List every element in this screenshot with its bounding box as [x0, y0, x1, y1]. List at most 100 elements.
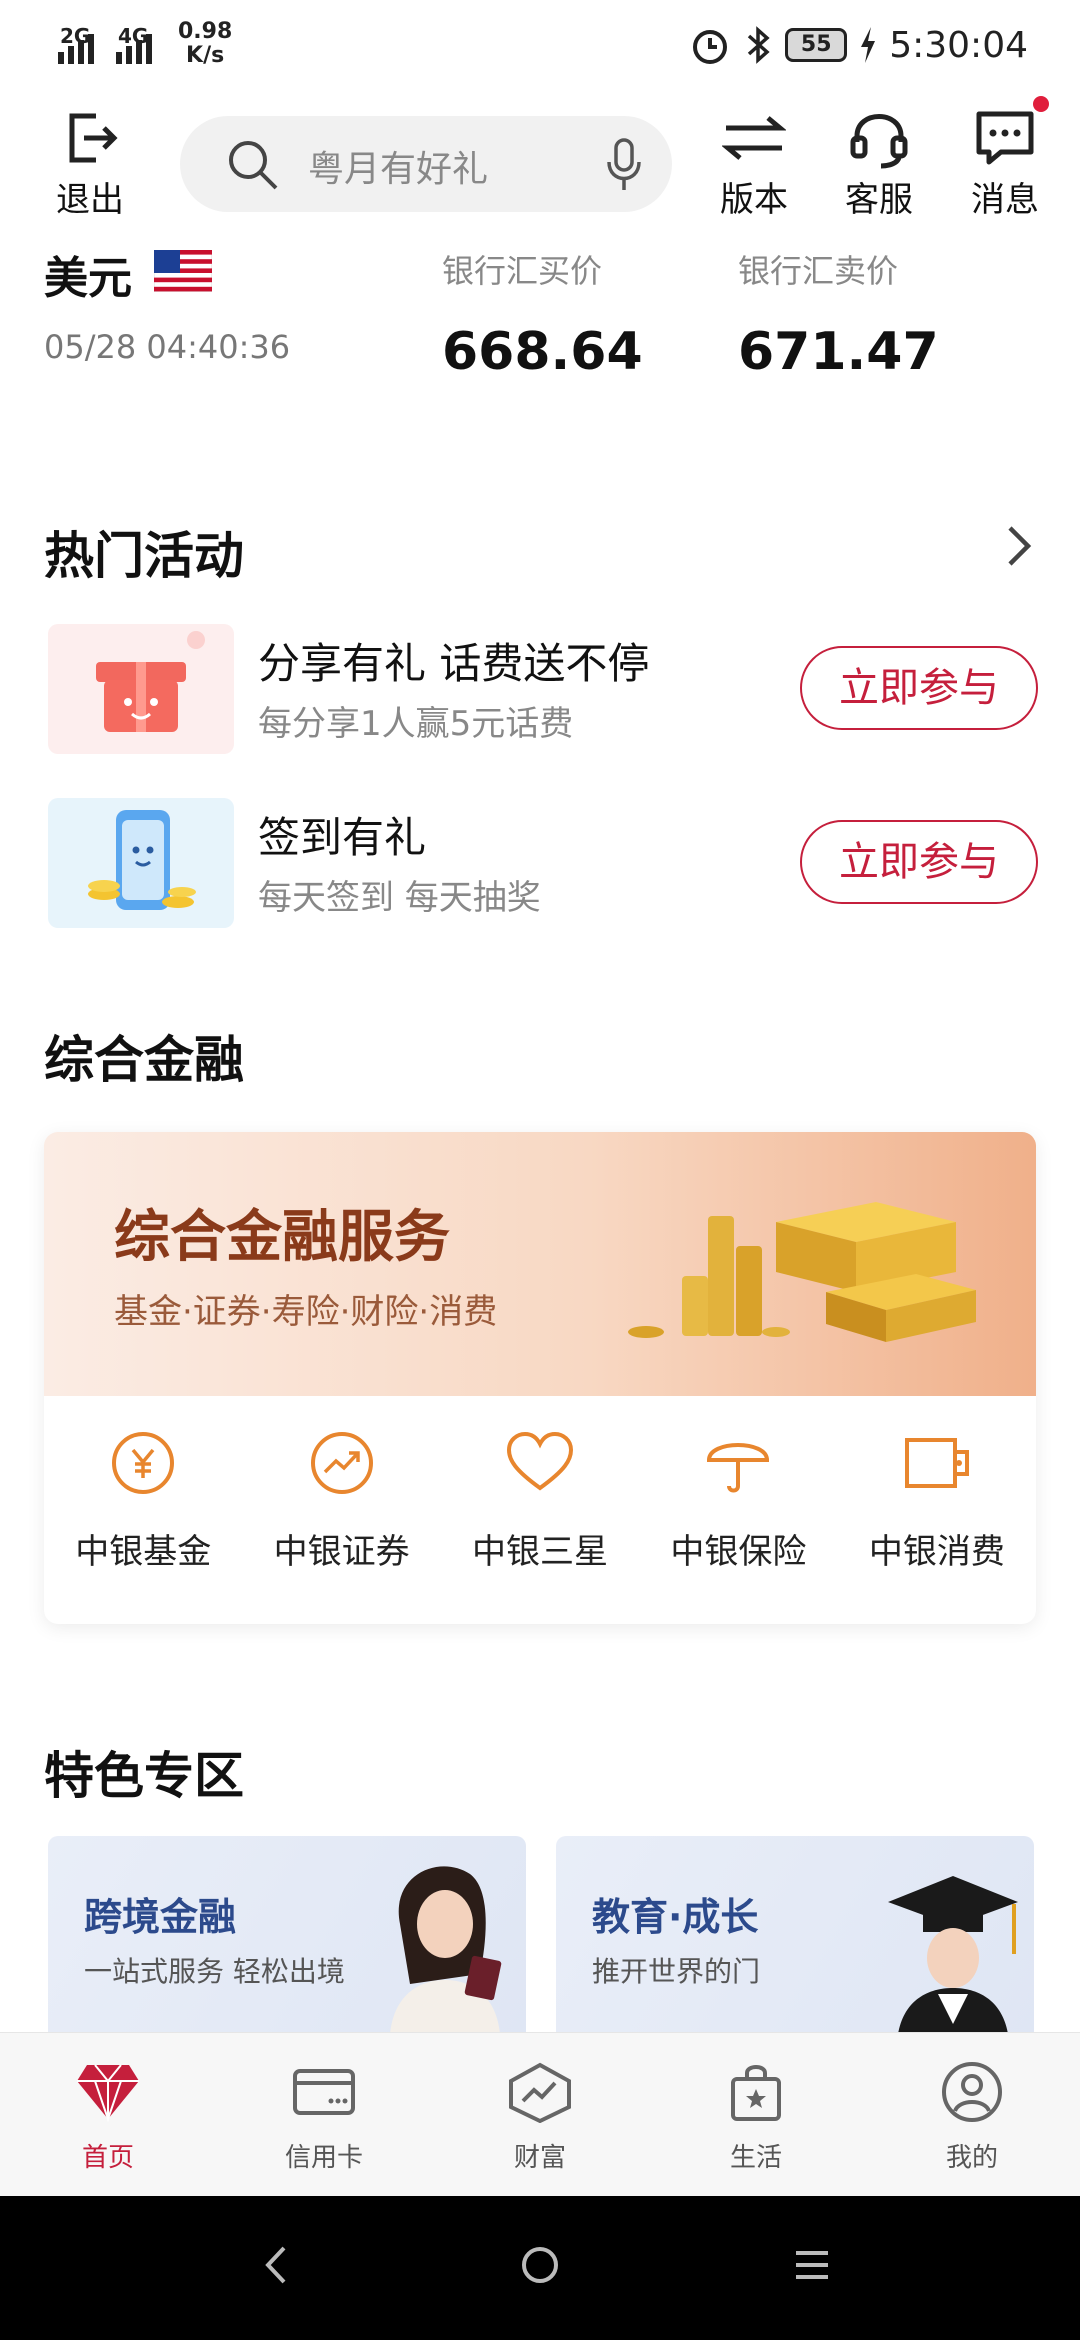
join-button[interactable]: 立即参与: [800, 646, 1038, 730]
finance-item-insurance[interactable]: 中银保险: [639, 1396, 837, 1624]
user-icon: [942, 2062, 1002, 2122]
finance-item-label: 中银基金: [75, 1532, 212, 1572]
finance-item-label: 中银保险: [670, 1532, 807, 1572]
bottom-navigation: 首页 信用卡 财富 生活 我的: [0, 2032, 1080, 2196]
graduate-image: [888, 1876, 1018, 2032]
search-bar[interactable]: 粤月有好礼: [180, 116, 672, 212]
search-placeholder: 粤月有好礼: [308, 149, 489, 190]
signal-bars-icon: [58, 34, 94, 64]
message-label: 消息: [971, 180, 1039, 220]
version-label: 版本: [720, 180, 788, 220]
diamond-icon: [77, 2064, 139, 2123]
net-speed: 0.98 K/s: [178, 20, 232, 68]
bag-icon: [731, 2065, 781, 2121]
gold-bars-image: [628, 1202, 976, 1342]
recent-apps-icon[interactable]: [790, 2240, 834, 2290]
hot-activities-title: 热门活动: [44, 527, 244, 585]
finance-item-samsung[interactable]: 中银三星: [441, 1396, 639, 1624]
currency-name: 美元: [44, 253, 132, 304]
nav-label: 信用卡: [284, 2143, 363, 2173]
nav-label: 财富: [513, 2143, 566, 2173]
charging-icon: [861, 27, 876, 63]
featured-card-subtitle: 一站式服务 轻松出境: [84, 1955, 345, 1988]
us-flag-icon: [154, 250, 212, 292]
nav-label: 生活: [729, 2143, 782, 2173]
sell-price-label: 银行汇卖价: [738, 252, 899, 290]
featured-section-title: 特色专区: [44, 1747, 244, 1805]
back-icon[interactable]: [256, 2240, 296, 2290]
card-icon: [293, 2069, 355, 2115]
nav-wealth[interactable]: 财富: [432, 2033, 648, 2196]
activity-share-image: [48, 624, 234, 754]
wallet-icon: [904, 1438, 969, 1488]
alarm-icon: [693, 30, 728, 64]
exchange-timestamp: 05/28 04:40:36: [44, 328, 291, 366]
activity-subtitle: 每分享1人赢5元话费: [258, 704, 574, 744]
message-icon: [976, 111, 1034, 165]
chevron-right-icon[interactable]: [1004, 522, 1034, 570]
activity-share[interactable]: 分享有礼 话费送不停 每分享1人赢5元话费 立即参与: [48, 624, 1038, 754]
buy-price-label: 银行汇买价: [442, 252, 603, 290]
wealth-icon: [509, 2062, 571, 2123]
finance-item-label: 中银三星: [472, 1532, 609, 1572]
unread-dot: [1033, 96, 1049, 112]
featured-card-title: 教育·成长: [592, 1895, 759, 1939]
trend-circle-icon: [310, 1432, 373, 1494]
net-speed-unit: K/s: [186, 43, 225, 68]
phone-coins-icon: [88, 810, 196, 910]
activity-title: 签到有礼: [258, 813, 427, 862]
nav-home[interactable]: 首页: [0, 2033, 216, 2196]
yuan-circle-icon: [112, 1432, 175, 1494]
umbrella-icon: [707, 1443, 770, 1493]
microphone-icon[interactable]: [606, 136, 642, 192]
battery-indicator: 55: [785, 28, 848, 62]
clock: 5:30:04: [889, 24, 1028, 66]
sell-price-value: 671.47: [738, 322, 939, 382]
finance-shortcuts: 中银基金 中银证券 中银三星 中银保险 中银消费: [44, 1396, 1036, 1624]
logout-icon: [69, 113, 118, 163]
finance-item-label: 中银证券: [273, 1532, 410, 1572]
finance-banner-subtitle: 基金·证券·寿险·财险·消费: [114, 1292, 498, 1332]
activity-checkin-image: [48, 798, 234, 928]
finance-item-consumer[interactable]: 中银消费: [838, 1396, 1036, 1624]
buy-price-value: 668.64: [442, 322, 643, 382]
nav-label: 首页: [81, 2143, 134, 2173]
messages-button[interactable]: 消息: [955, 96, 1055, 221]
home-circle-icon[interactable]: [518, 2240, 562, 2290]
join-button[interactable]: 立即参与: [800, 820, 1038, 904]
net-speed-value: 0.98: [178, 19, 233, 44]
status-bar: 2G 4G 0.98 K/s 55 5:30:04: [0, 0, 1080, 92]
featured-card-crossborder[interactable]: 跨境金融 一站式服务 轻松出境: [48, 1836, 526, 2032]
logout-label: 退出: [56, 180, 124, 220]
featured-card-title: 跨境金融: [84, 1895, 237, 1939]
finance-banner[interactable]: 综合金融服务 基金·证券·寿险·财险·消费: [44, 1132, 1036, 1396]
featured-card-subtitle: 推开世界的门: [592, 1955, 761, 1988]
finance-item-label: 中银消费: [868, 1532, 1005, 1572]
activity-checkin[interactable]: 签到有礼 每天签到 每天抽奖 立即参与: [48, 798, 1038, 928]
finance-card: 综合金融服务 基金·证券·寿险·财险·消费 中银基金 中银证券 中银三星 中银保…: [44, 1132, 1036, 1624]
activity-title: 分享有礼 话费送不停: [258, 639, 650, 688]
app-header: 退出 粤月有好礼 版本 客服 消息: [0, 96, 1080, 230]
bluetooth-icon: [748, 26, 770, 64]
service-label: 客服: [845, 180, 913, 220]
finance-section-title: 综合金融: [44, 1031, 244, 1089]
exchange-rate-panel[interactable]: 美元 05/28 04:40:36 银行汇买价 668.64 银行汇卖价 671…: [0, 236, 1080, 386]
logout-button[interactable]: 退出: [40, 100, 140, 221]
customer-service-button[interactable]: 客服: [829, 100, 929, 221]
nav-credit-card[interactable]: 信用卡: [216, 2033, 432, 2196]
activity-subtitle: 每天签到 每天抽奖: [258, 878, 541, 918]
nav-mine[interactable]: 我的: [864, 2033, 1080, 2196]
headset-icon: [850, 114, 908, 169]
finance-banner-title: 综合金融服务: [114, 1205, 450, 1270]
gift-box-icon: [96, 631, 205, 732]
nav-life[interactable]: 生活: [648, 2033, 864, 2196]
finance-item-fund[interactable]: 中银基金: [44, 1396, 242, 1624]
featured-card-education[interactable]: 教育·成长 推开世界的门: [556, 1836, 1034, 2032]
woman-passport-image: [390, 1866, 502, 2032]
system-navigation-bar: [0, 2196, 1080, 2340]
finance-item-securities[interactable]: 中银证券: [242, 1396, 440, 1624]
version-button[interactable]: 版本: [704, 100, 804, 221]
search-icon: [229, 141, 278, 190]
switch-arrows-icon: [722, 116, 786, 160]
heart-icon: [507, 1431, 574, 1491]
